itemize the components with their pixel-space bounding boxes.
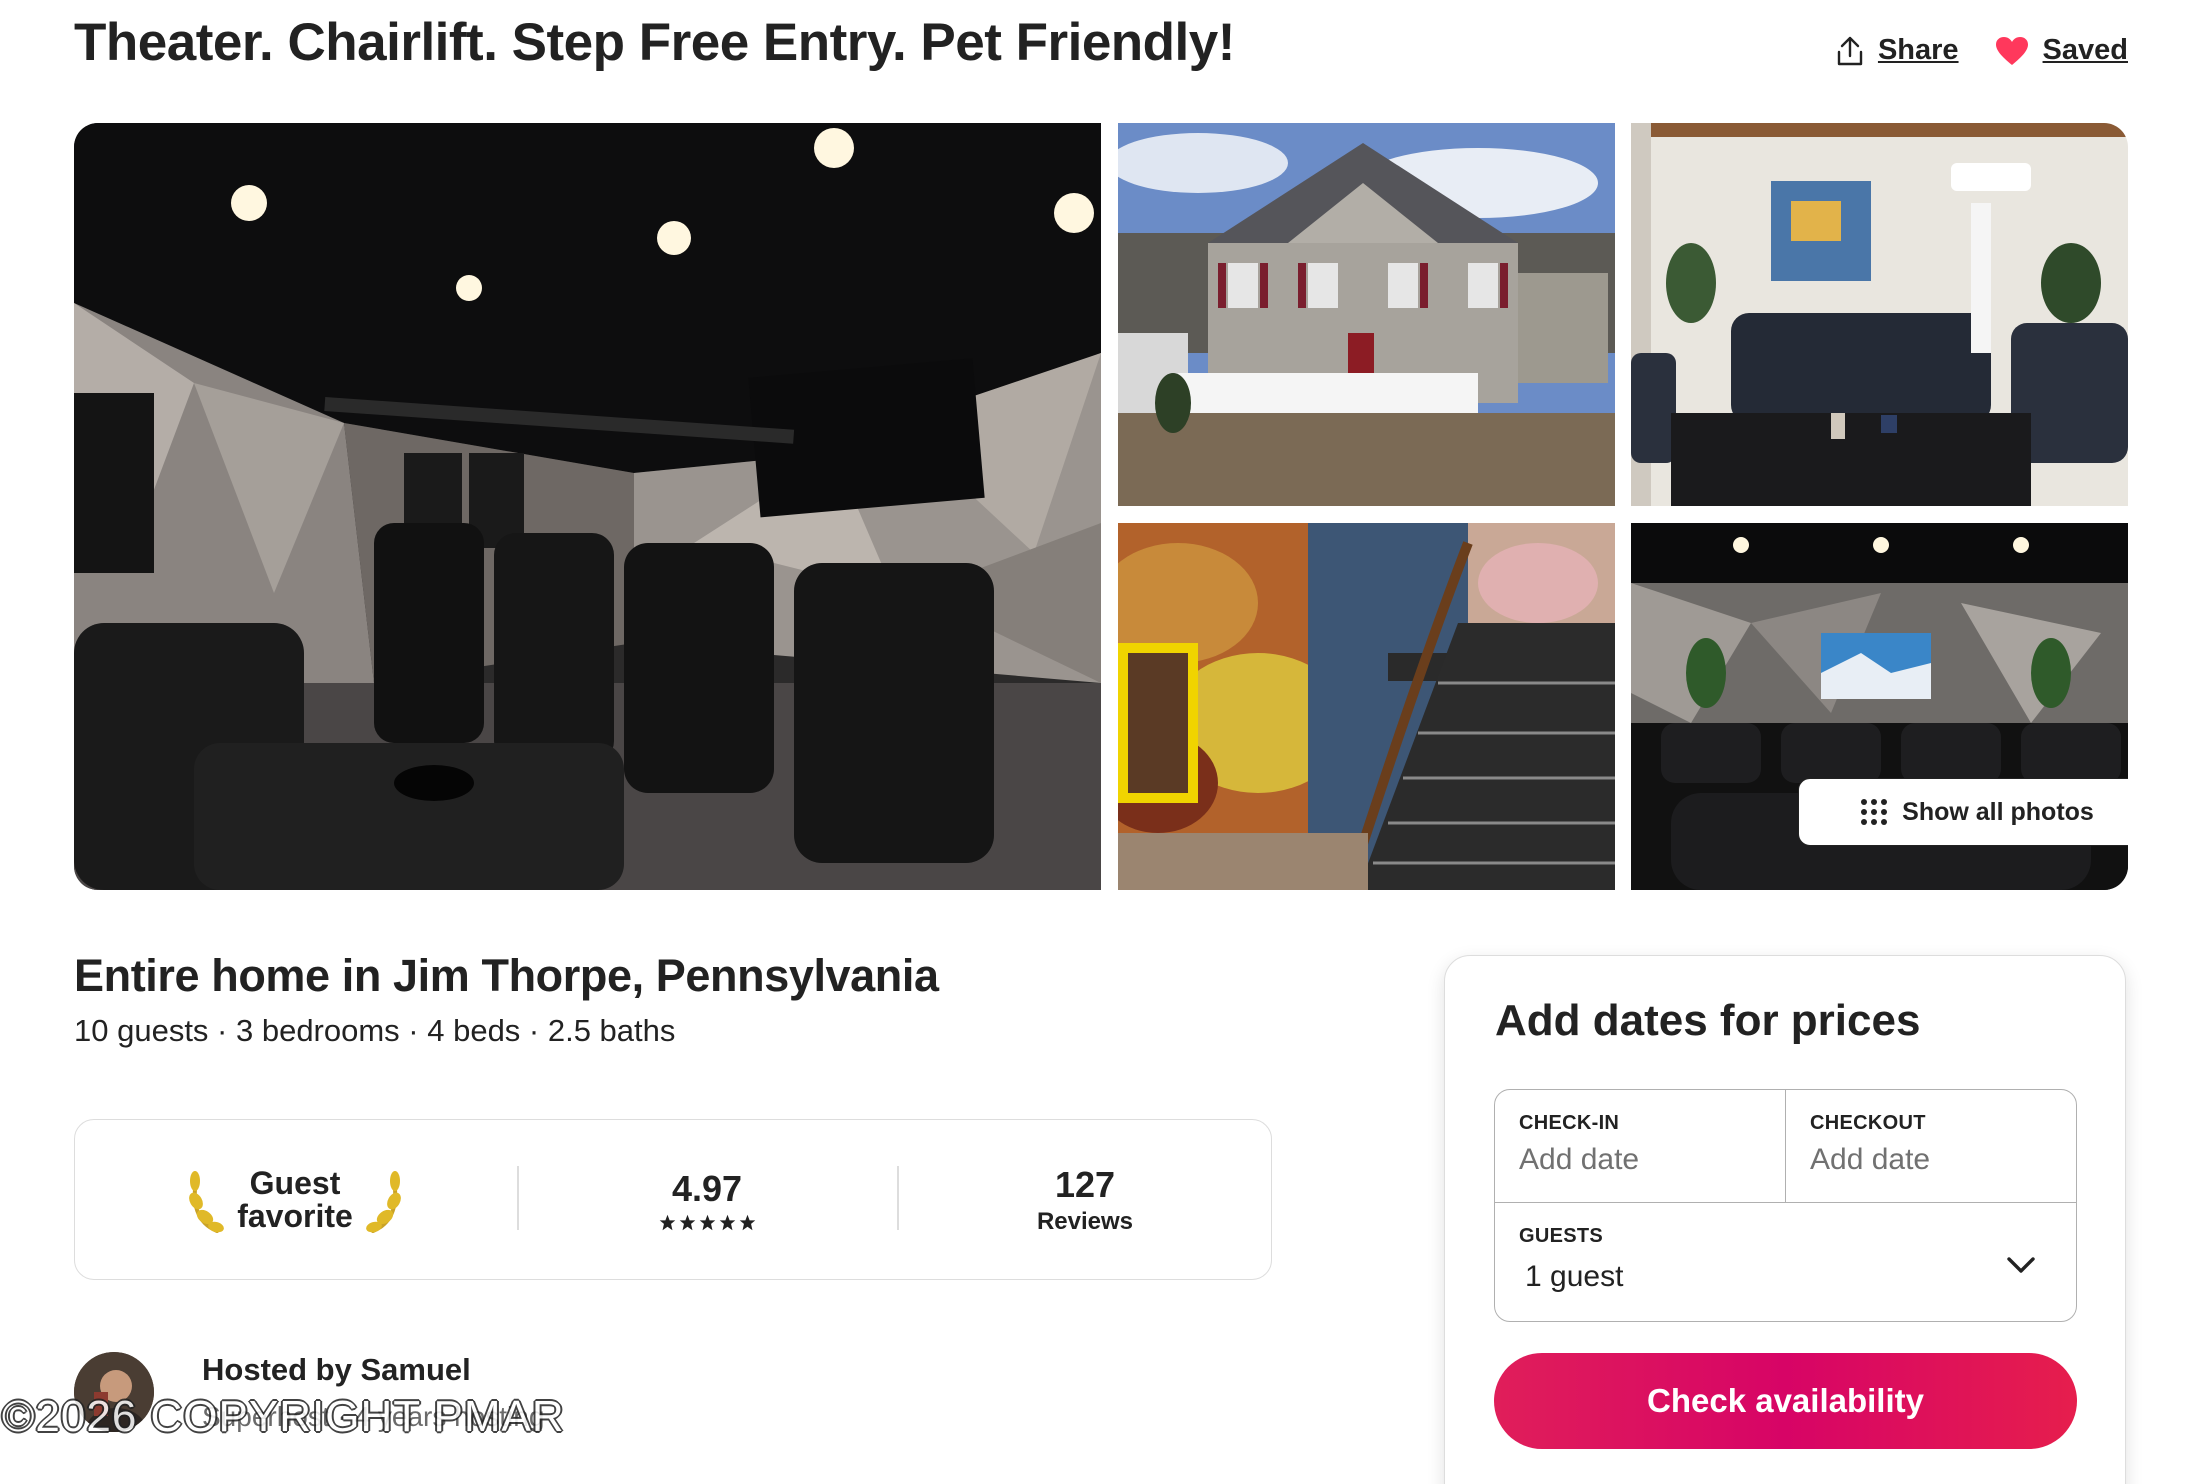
booking-title: Add dates for prices	[1495, 996, 1921, 1045]
reviews-section[interactable]: 127 Reviews	[897, 1120, 1273, 1279]
guest-favorite-line2: favorite	[237, 1197, 353, 1234]
date-guest-picker: CHECK-IN Add date CHECKOUT Add date GUES…	[1494, 1089, 2077, 1322]
host-name: Hosted by Samuel	[202, 1352, 471, 1387]
checkin-value: Add date	[1519, 1143, 1640, 1176]
checkout-label: CHECKOUT	[1810, 1112, 1926, 1134]
laurel-right-icon	[365, 1170, 401, 1233]
rating-value: 4.97	[671, 1168, 743, 1209]
photo-house-exterior[interactable]	[1118, 123, 1615, 506]
saved-label: Saved	[2042, 34, 2128, 66]
share-icon	[1837, 36, 1863, 65]
star-icon	[719, 1214, 735, 1231]
guests-label: GUESTS	[1519, 1225, 1604, 1247]
checkout-value: Add date	[1810, 1143, 1931, 1176]
copyright-watermark: ©2026 COPYRIGHT PMAR	[2, 1392, 565, 1441]
share-button[interactable]: Share	[1836, 34, 1959, 67]
rating-section: 4.97	[517, 1120, 897, 1279]
show-all-photos-button[interactable]: Show all photos	[1798, 778, 2128, 846]
guests-value: 1 guest	[1525, 1260, 1624, 1293]
photo-living-room[interactable]	[1631, 123, 2128, 506]
guests-dropdown[interactable]: GUESTS 1 guest	[1495, 1202, 2076, 1323]
reviews-label: Reviews	[1036, 1207, 1134, 1235]
star-icon	[739, 1214, 755, 1231]
guest-favorite-line1: Guest	[249, 1164, 341, 1201]
saved-button[interactable]: Saved	[1995, 34, 2128, 67]
star-rating	[659, 1214, 756, 1231]
reviews-count: 127	[1054, 1163, 1116, 1205]
check-availability-button[interactable]: Check availability	[1494, 1353, 2077, 1449]
star-icon	[699, 1214, 715, 1231]
guest-favorite-text: Guest favorite	[237, 1164, 353, 1234]
photo-gallery: Show all photos	[74, 123, 2128, 890]
photo-home-theater[interactable]	[74, 123, 1101, 890]
photo-staircase[interactable]	[1118, 523, 1615, 890]
heart-icon	[1995, 36, 2028, 65]
show-all-photos-label: Show all photos	[1902, 797, 2094, 826]
chevron-down-icon	[2007, 1257, 2035, 1273]
guest-favorite-badge: Guest favorite	[75, 1120, 515, 1279]
star-icon	[659, 1214, 675, 1231]
booking-card: Add dates for prices CHECK-IN Add date C…	[1444, 955, 2126, 1484]
checkout-field[interactable]: CHECKOUT Add date	[1786, 1090, 2078, 1202]
star-icon	[679, 1214, 695, 1231]
share-label: Share	[1877, 34, 1959, 66]
listing-title: Theater. Chairlift. Step Free Entry. Pet…	[74, 13, 1235, 72]
grid-dots-icon	[1861, 799, 1888, 825]
laurel-left-icon	[189, 1170, 225, 1233]
listing-actions: Share Saved	[1836, 34, 2128, 67]
checkin-label: CHECK-IN	[1519, 1112, 1620, 1134]
guest-favorite-card[interactable]: Guest favorite 4.97 127 Reviews	[74, 1119, 1272, 1280]
checkin-field[interactable]: CHECK-IN Add date	[1495, 1090, 1786, 1202]
listing-details: 10 guests · 3 bedrooms · 4 beds · 2.5 ba…	[74, 1013, 676, 1048]
listing-subtitle: Entire home in Jim Thorpe, Pennsylvania	[74, 950, 939, 1001]
